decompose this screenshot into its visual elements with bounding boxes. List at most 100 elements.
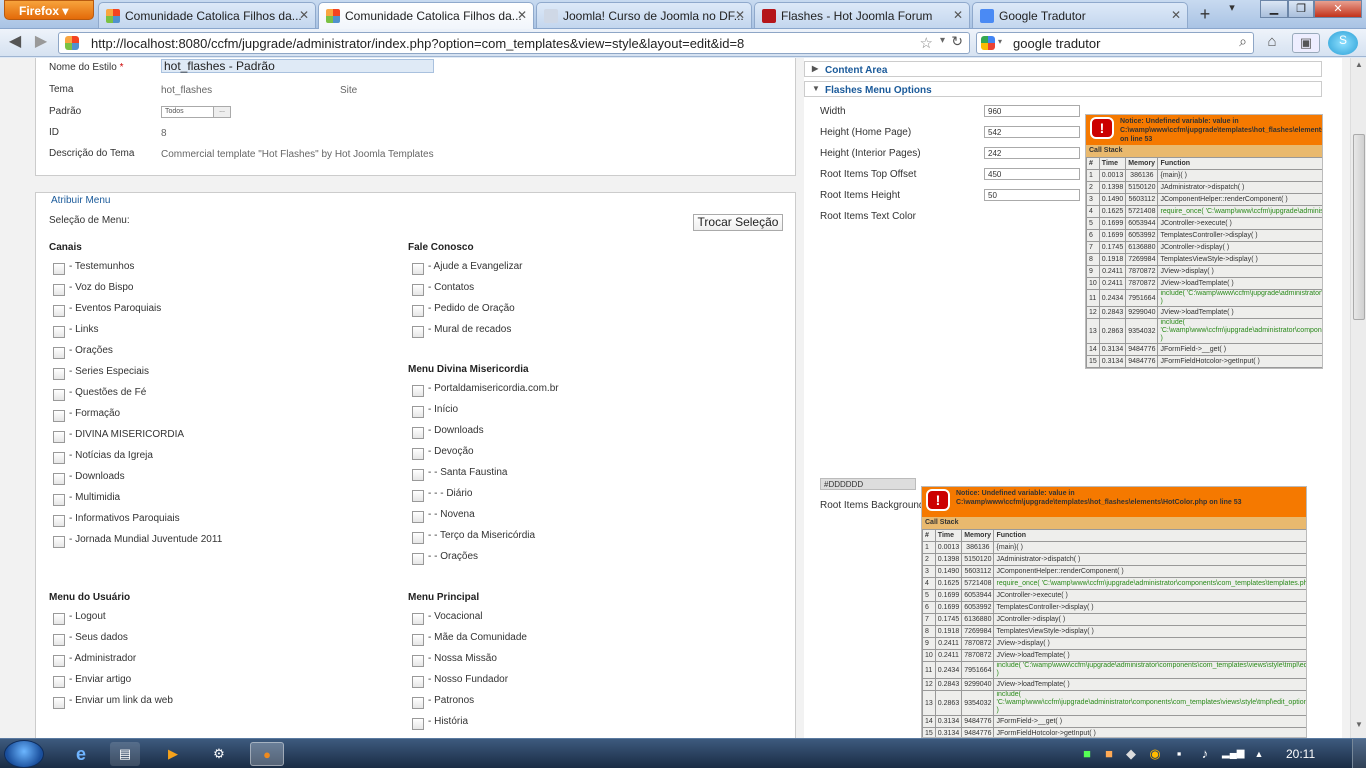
- search-bar[interactable]: ▾ google tradutor ⌕: [976, 32, 1254, 54]
- root-items-text-color-input[interactable]: #DDDDDD: [820, 478, 916, 490]
- menu-item-checkbox[interactable]: [412, 676, 424, 688]
- show-desktop-button[interactable]: [1352, 739, 1366, 768]
- option-field-input[interactable]: 960: [984, 105, 1080, 117]
- menu-item-checkbox[interactable]: [53, 515, 65, 527]
- menu-item-checkbox[interactable]: [53, 347, 65, 359]
- file-explorer-icon[interactable]: ▤: [110, 742, 140, 766]
- menu-item-checkbox[interactable]: [412, 511, 424, 523]
- tab-5[interactable]: Google Tradutor ✕: [972, 2, 1188, 28]
- close-tab-icon[interactable]: ✕: [1171, 8, 1181, 22]
- menu-item-checkbox[interactable]: [412, 406, 424, 418]
- menu-item-checkbox[interactable]: [412, 263, 424, 275]
- volume-icon[interactable]: ♪: [1196, 742, 1214, 766]
- tab-3[interactable]: Joomla! Curso de Joomla no DF... ✕: [536, 2, 752, 28]
- menu-item-checkbox[interactable]: [412, 284, 424, 296]
- reload-icon[interactable]: ↻: [951, 33, 963, 50]
- menu-item-checkbox[interactable]: [412, 697, 424, 709]
- menu-item-checkbox[interactable]: [53, 452, 65, 464]
- tray-app-icon[interactable]: ◉: [1146, 742, 1164, 766]
- option-field-input[interactable]: 50: [984, 189, 1080, 201]
- bookmarks-toolbar-icon[interactable]: ▣: [1292, 33, 1320, 53]
- menu-item-checkbox[interactable]: [53, 536, 65, 548]
- menu-item-checkbox[interactable]: [53, 368, 65, 380]
- firefox-menu-button[interactable]: Firefox ▾: [4, 0, 94, 20]
- menu-item-checkbox[interactable]: [53, 473, 65, 485]
- style-name-input[interactable]: hot_flashes - Padrão: [161, 59, 434, 73]
- app-icon[interactable]: ⚙: [204, 742, 234, 766]
- flashes-menu-panel[interactable]: ▼ Flashes Menu Options: [804, 81, 1322, 97]
- tab-2[interactable]: Comunidade Catolica Filhos da... ✕: [318, 2, 534, 29]
- network-icon[interactable]: ▂▄▆: [1222, 742, 1244, 766]
- url-bar[interactable]: http://localhost:8080/ccfm/jupgrade/admi…: [58, 32, 970, 54]
- default-select[interactable]: Todos...: [161, 106, 231, 118]
- menu-item-checkbox[interactable]: [412, 305, 424, 317]
- firefox-taskbar-icon[interactable]: ●: [250, 742, 284, 766]
- menu-item-checkbox[interactable]: [412, 326, 424, 338]
- show-hidden-icons[interactable]: ▲: [1250, 742, 1268, 766]
- menu-item-checkbox[interactable]: [412, 469, 424, 481]
- clock[interactable]: 20:11: [1286, 747, 1315, 761]
- url-dropdown-icon[interactable]: ▾: [940, 35, 945, 46]
- call-stack-cell: 0.3134: [934, 715, 963, 728]
- menu-item-checkbox[interactable]: [412, 385, 424, 397]
- media-player-icon[interactable]: ▶: [158, 742, 188, 766]
- tray-app-icon[interactable]: ▪: [1170, 742, 1188, 766]
- menu-item-checkbox[interactable]: [53, 634, 65, 646]
- back-icon[interactable]: ◀: [4, 33, 26, 53]
- menu-item-checkbox[interactable]: [412, 655, 424, 667]
- content-area-panel[interactable]: ▶ Content Area: [804, 61, 1322, 77]
- tray-app-icon[interactable]: ■: [1100, 742, 1118, 766]
- list-tabs-icon[interactable]: ▾: [1222, 0, 1242, 18]
- close-tab-icon[interactable]: ✕: [735, 8, 745, 22]
- menu-item-checkbox[interactable]: [412, 490, 424, 502]
- menu-item-checkbox[interactable]: [53, 676, 65, 688]
- menu-item-checkbox[interactable]: [53, 494, 65, 506]
- close-tab-icon[interactable]: ✕: [299, 8, 309, 22]
- tray-app-icon[interactable]: ■: [1078, 742, 1096, 766]
- start-button[interactable]: [4, 740, 44, 768]
- maximize-button[interactable]: ❐: [1288, 0, 1314, 18]
- menu-item-checkbox[interactable]: [53, 305, 65, 317]
- minimize-button[interactable]: ▁: [1260, 0, 1288, 18]
- menu-item-checkbox[interactable]: [412, 718, 424, 730]
- home-icon[interactable]: ⌂: [1260, 33, 1284, 53]
- tray-app-icon[interactable]: ◆: [1122, 742, 1140, 766]
- option-field-input[interactable]: 542: [984, 126, 1080, 138]
- menu-item-checkbox[interactable]: [412, 427, 424, 439]
- toggle-selection-button[interactable]: Trocar Seleção: [693, 214, 783, 231]
- menu-item-checkbox[interactable]: [412, 553, 424, 565]
- menu-item-checkbox[interactable]: [53, 431, 65, 443]
- menu-item-checkbox[interactable]: [412, 532, 424, 544]
- bookmark-star-icon[interactable]: ☆: [920, 34, 933, 52]
- select-dropdown-icon[interactable]: ...: [213, 107, 230, 117]
- scroll-up-icon[interactable]: ▲: [1353, 60, 1365, 74]
- close-tab-icon[interactable]: ✕: [953, 8, 963, 22]
- menu-item-checkbox[interactable]: [412, 613, 424, 625]
- menu-item-checkbox[interactable]: [53, 655, 65, 667]
- menu-item-checkbox[interactable]: [53, 389, 65, 401]
- search-engine-dropdown-icon[interactable]: ▾: [998, 37, 1002, 46]
- scrollbar-thumb[interactable]: [1353, 134, 1365, 320]
- scroll-down-icon[interactable]: ▼: [1353, 720, 1365, 734]
- close-window-button[interactable]: ✕: [1314, 0, 1362, 18]
- vertical-scrollbar[interactable]: ▲ ▼: [1350, 58, 1366, 738]
- menu-item-checkbox[interactable]: [412, 634, 424, 646]
- call-stack-cell: JComponentHelper::renderComponent( ): [1157, 193, 1322, 206]
- tab-4[interactable]: Flashes - Hot Joomla Forum ✕: [754, 2, 970, 28]
- menu-item-checkbox[interactable]: [53, 284, 65, 296]
- new-tab-button[interactable]: +: [1192, 3, 1218, 27]
- menu-item-checkbox[interactable]: [53, 697, 65, 709]
- option-field-input[interactable]: 450: [984, 168, 1080, 180]
- forward-icon[interactable]: ▶: [30, 33, 52, 53]
- menu-item-checkbox[interactable]: [53, 326, 65, 338]
- internet-explorer-icon[interactable]: e: [66, 742, 96, 766]
- menu-item-checkbox[interactable]: [53, 410, 65, 422]
- menu-item-checkbox[interactable]: [53, 613, 65, 625]
- close-tab-icon[interactable]: ✕: [517, 8, 527, 22]
- addon-icon[interactable]: S: [1328, 31, 1358, 55]
- search-icon[interactable]: ⌕: [1239, 33, 1247, 50]
- menu-item-checkbox[interactable]: [412, 448, 424, 460]
- tab-1[interactable]: Comunidade Catolica Filhos da... ✕: [98, 2, 316, 28]
- menu-item-checkbox[interactable]: [53, 263, 65, 275]
- option-field-input[interactable]: 242: [984, 147, 1080, 159]
